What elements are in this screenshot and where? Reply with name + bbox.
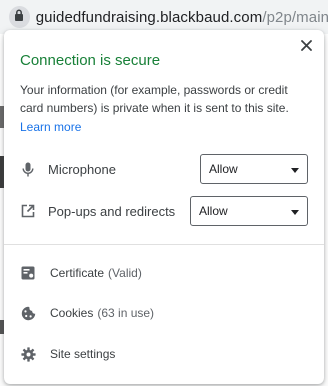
popups-permission-select[interactable]: Allow	[190, 196, 308, 226]
dropdown-arrow-icon	[291, 204, 299, 218]
cookie-icon	[20, 305, 36, 321]
popup-icon	[20, 203, 36, 219]
url-host: guidedfundraising.blackbaud.com	[35, 8, 263, 26]
certificate-label: Certificate	[50, 266, 105, 280]
learn-more-link[interactable]: Learn more	[20, 120, 81, 134]
permission-row-microphone: Microphone Allow	[20, 154, 308, 184]
address-bar[interactable]: guidedfundraising.blackbaud.com/p2p/main…	[0, 0, 328, 34]
cookies-item[interactable]: Cookies (63 in use)	[20, 300, 308, 326]
permission-label: Pop-ups and redirects	[48, 203, 176, 219]
select-value: Allow	[199, 204, 228, 218]
close-icon	[300, 38, 312, 56]
certificate-icon	[20, 265, 36, 281]
permission-label: Microphone	[48, 161, 116, 177]
lock-icon	[14, 8, 24, 26]
site-settings-item[interactable]: Site settings	[20, 341, 308, 367]
site-info-button[interactable]	[9, 6, 30, 28]
url-text[interactable]: guidedfundraising.blackbaud.com/p2p/main…	[36, 9, 328, 26]
select-value: Allow	[209, 162, 238, 176]
close-button[interactable]	[298, 39, 314, 55]
cookies-count: (63 in use)	[97, 306, 155, 320]
page-info-popup: Connection is secure Your information (f…	[4, 30, 324, 384]
permission-row-popups: Pop-ups and redirects Allow	[20, 196, 308, 226]
cookies-label: Cookies	[50, 306, 94, 320]
section-divider	[4, 244, 324, 245]
certificate-item[interactable]: Certificate (Valid)	[20, 260, 308, 286]
connection-status-title: Connection is secure	[20, 52, 161, 69]
dropdown-arrow-icon	[291, 162, 299, 176]
certificate-status: (Valid)	[108, 266, 142, 280]
connection-description: Your information (for example, passwords…	[20, 83, 289, 115]
site-settings-label: Site settings	[50, 347, 116, 361]
gear-icon	[20, 346, 36, 362]
microphone-icon	[20, 161, 36, 177]
url-path: /p2p/mainp2	[262, 8, 328, 26]
microphone-permission-select[interactable]: Allow	[200, 154, 308, 184]
